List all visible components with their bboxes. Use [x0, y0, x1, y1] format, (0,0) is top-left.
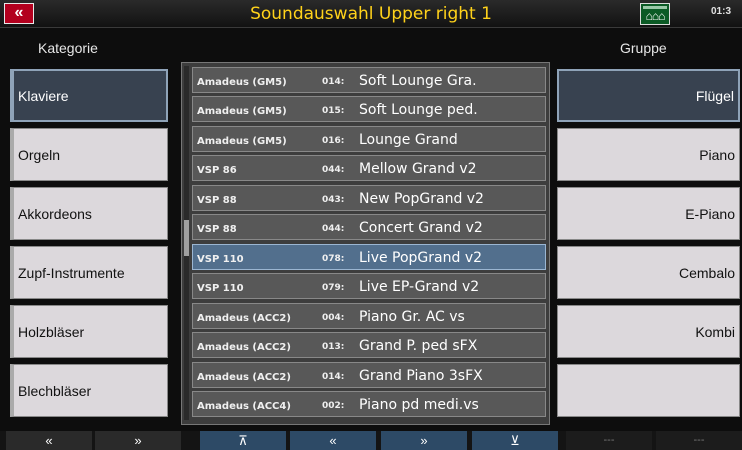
sound-name: Mellow Grand v2 [359, 161, 477, 177]
sound-number: 044: [322, 224, 345, 234]
sound-number: 078: [322, 254, 345, 264]
sound-source: VSP 110 [197, 254, 244, 265]
sound-source: Amadeus (ACC4) [197, 401, 291, 412]
group-scroll-up-button[interactable]: --- [566, 431, 652, 450]
sound-name: Live PopGrand v2 [359, 250, 483, 266]
sound-name: Soft Lounge Gra. [359, 73, 477, 89]
sound-number: 044: [322, 165, 345, 175]
category-scroll-down-button[interactable]: » [95, 431, 181, 450]
sound-source: Amadeus (ACC2) [197, 342, 291, 353]
sound-row[interactable]: VSP 110 079: Live EP-Grand v2 [192, 273, 546, 299]
sound-name: Live EP-Grand v2 [359, 279, 480, 295]
list-page-up-button[interactable]: « [290, 431, 376, 450]
sound-name: Piano pd medi.vs [359, 397, 479, 413]
sound-row-selected[interactable]: VSP 110 078: Live PopGrand v2 [192, 244, 546, 270]
clock: 01:3 [711, 6, 732, 17]
sound-list-scroll-thumb[interactable] [184, 220, 189, 256]
sound-row[interactable]: Amadeus (ACC2) 014: Grand Piano 3sFX [192, 362, 546, 388]
title-bar: « Soundauswahl Upper right 1 ⌂⌂⌂ 01:3 [0, 0, 742, 28]
group-item-cembalo[interactable]: Cembalo [557, 246, 740, 299]
group-item-fluegel[interactable]: Flügel [557, 69, 740, 122]
sound-row[interactable]: Amadeus (GM5) 016: Lounge Grand [192, 126, 546, 152]
group-item-kombi[interactable]: Kombi [557, 305, 740, 358]
list-jump-bottom-button[interactable]: ⊻ [472, 431, 558, 450]
group-scroll-down-button[interactable]: --- [656, 431, 742, 450]
sound-number: 013: [322, 342, 345, 352]
category-item-akkordeons[interactable]: Akkordeons [10, 187, 168, 240]
sound-row[interactable]: Amadeus (ACC2) 004: Piano Gr. AC vs [192, 303, 546, 329]
sound-source: VSP 86 [197, 165, 237, 176]
sound-source: VSP 110 [197, 283, 244, 294]
sound-name: Concert Grand v2 [359, 220, 483, 236]
category-item-klaviere[interactable]: Klaviere [10, 69, 168, 122]
group-item-piano[interactable]: Piano [557, 128, 740, 181]
sound-name: New PopGrand v2 [359, 191, 484, 207]
category-item-holzblaeser[interactable]: Holzbläser [10, 305, 168, 358]
sound-name: Grand Piano 3sFX [359, 368, 483, 384]
sound-name: Soft Lounge ped. [359, 102, 478, 118]
sound-row[interactable]: VSP 86 044: Mellow Grand v2 [192, 155, 546, 181]
sound-row[interactable]: Amadeus (ACC2) 013: Grand P. ped sFX [192, 332, 546, 358]
sound-row[interactable]: VSP 88 043: New PopGrand v2 [192, 185, 546, 211]
sound-source: VSP 88 [197, 195, 237, 206]
sound-source: Amadeus (GM5) [197, 77, 287, 88]
category-header: Kategorie [38, 40, 98, 56]
sound-source: VSP 88 [197, 224, 237, 235]
sound-source: Amadeus (GM5) [197, 136, 287, 147]
sound-number: 015: [322, 106, 345, 116]
sound-name: Piano Gr. AC vs [359, 309, 465, 325]
sound-name: Grand P. ped sFX [359, 338, 478, 354]
list-jump-top-button[interactable]: ⊼ [200, 431, 286, 450]
sound-number: 043: [322, 195, 345, 205]
sound-source: Amadeus (ACC2) [197, 372, 291, 383]
category-scroll-up-button[interactable]: « [6, 431, 92, 450]
organ-status-icon[interactable]: ⌂⌂⌂ [640, 3, 670, 25]
sound-name: Lounge Grand [359, 132, 458, 148]
group-item-empty[interactable] [557, 364, 740, 417]
sound-number: 014: [322, 77, 345, 87]
page-title: Soundauswahl Upper right 1 [250, 4, 492, 24]
sound-source: Amadeus (GM5) [197, 106, 287, 117]
sound-row[interactable]: Amadeus (GM5) 014: Soft Lounge Gra. [192, 67, 546, 93]
sound-number: 014: [322, 372, 345, 382]
sound-number: 016: [322, 136, 345, 146]
category-item-zupf-instrumente[interactable]: Zupf-Instrumente [10, 246, 168, 299]
sound-number: 004: [322, 313, 345, 323]
sound-source: Amadeus (ACC2) [197, 313, 291, 324]
group-header: Gruppe [620, 40, 667, 56]
sound-row[interactable]: Amadeus (GM5) 015: Soft Lounge ped. [192, 96, 546, 122]
sound-row[interactable]: Amadeus (ACC4) 002: Piano pd medi.vs [192, 391, 546, 417]
list-page-down-button[interactable]: » [381, 431, 467, 450]
group-item-e-piano[interactable]: E-Piano [557, 187, 740, 240]
category-item-orgeln[interactable]: Orgeln [10, 128, 168, 181]
sound-row[interactable]: VSP 88 044: Concert Grand v2 [192, 214, 546, 240]
category-item-blechblaeser[interactable]: Blechbläser [10, 364, 168, 417]
sound-number: 079: [322, 283, 345, 293]
status-icon-glyph: ⌂⌂⌂ [645, 9, 666, 23]
sound-number: 002: [322, 401, 345, 411]
